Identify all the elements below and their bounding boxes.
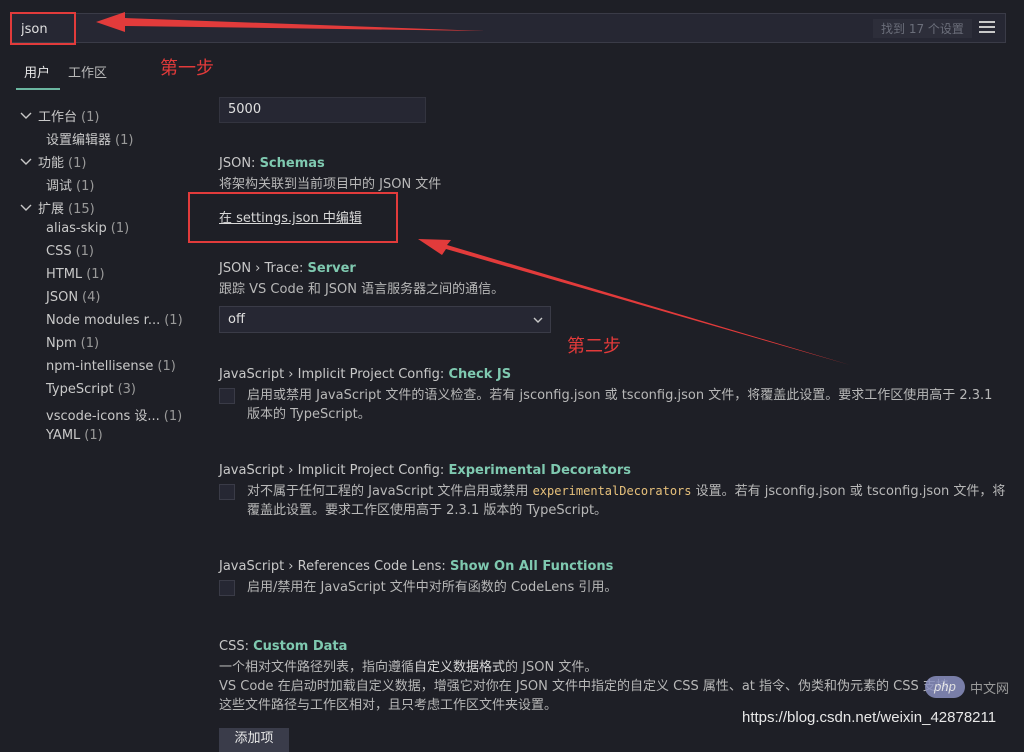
php-logo-text: 中文网 (970, 682, 1010, 697)
php-logo: php (925, 676, 965, 698)
annotation-arrow-1 (96, 12, 485, 32)
annotation-arrow-2 (418, 239, 850, 365)
watermark-url: https://blog.csdn.net/weixin_42878211 (742, 709, 997, 726)
annotation-arrows (96, 12, 850, 365)
